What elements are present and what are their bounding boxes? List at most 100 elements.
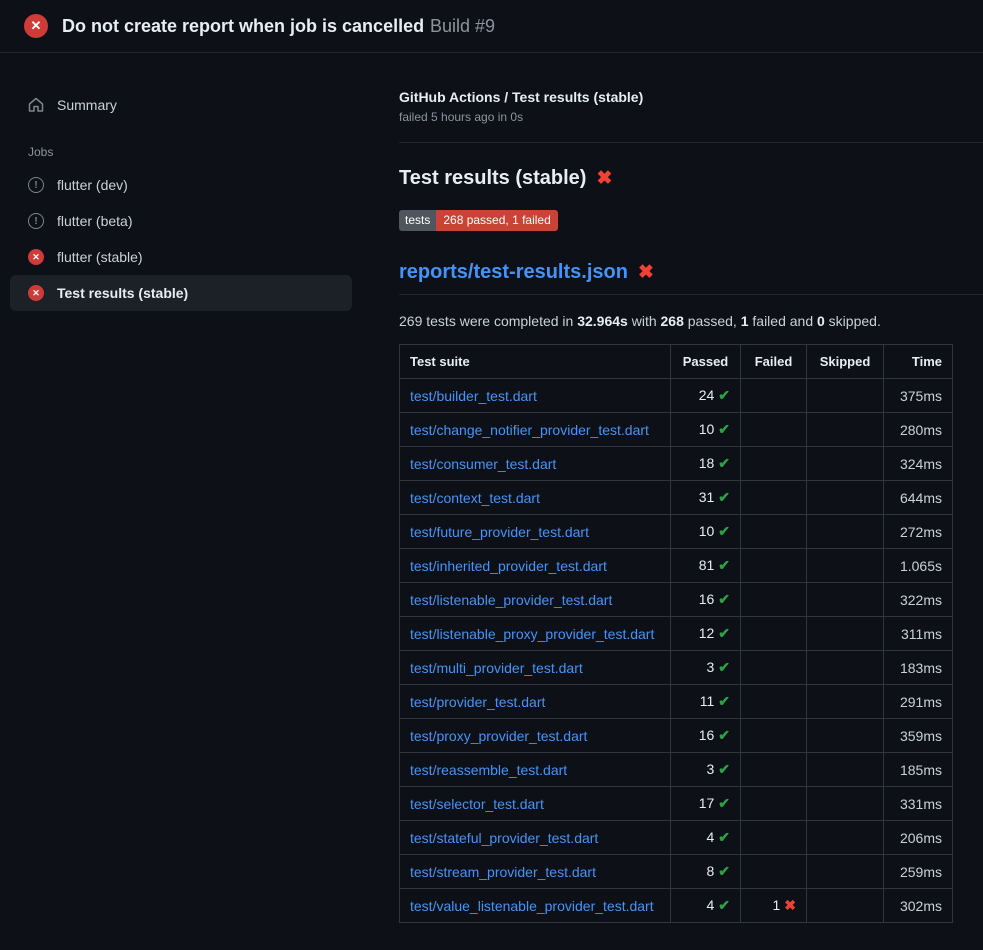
- time-cell: 259ms: [884, 855, 953, 889]
- failed-x-icon: ✖: [638, 263, 654, 282]
- sidebar-item-summary[interactable]: Summary: [10, 87, 352, 123]
- time-cell: 644ms: [884, 481, 953, 515]
- test-results-table: Test suite Passed Failed Skipped Time te…: [399, 344, 953, 923]
- test-suite-link[interactable]: test/stateful_provider_test.dart: [410, 830, 598, 846]
- table-row: test/change_notifier_provider_test.dart1…: [400, 413, 953, 447]
- count-value: 17: [699, 795, 715, 811]
- count-value: 3: [706, 761, 714, 777]
- section-heading: Test results (stable) ✖: [399, 167, 952, 190]
- time-cell: 375ms: [884, 379, 953, 413]
- table-row: test/listenable_provider_test.dart16✔322…: [400, 583, 953, 617]
- job-label: Test results (stable): [57, 285, 188, 301]
- table-row: test/builder_test.dart 24✔ 375ms: [400, 379, 953, 413]
- test-suite-link[interactable]: test/context_test.dart: [410, 490, 540, 506]
- check-icon: ✔: [718, 761, 730, 777]
- passed-cell: 10✔: [671, 515, 741, 549]
- time-cell: 324ms: [884, 447, 953, 481]
- check-icon: ✔: [718, 557, 730, 573]
- count-value: 12: [699, 625, 715, 641]
- check-icon: ✔: [718, 421, 730, 437]
- test-suite-link[interactable]: test/proxy_provider_test.dart: [410, 728, 587, 744]
- test-suite-link[interactable]: test/future_provider_test.dart: [410, 524, 589, 540]
- check-icon: ✔: [718, 523, 730, 539]
- test-suite-link[interactable]: test/multi_provider_test.dart: [410, 660, 583, 676]
- table-row: test/stateful_provider_test.dart 4✔ 206ms: [400, 821, 953, 855]
- home-icon: [28, 97, 44, 113]
- test-suite-link[interactable]: test/listenable_provider_test.dart: [410, 592, 612, 608]
- time-cell: 272ms: [884, 515, 953, 549]
- test-suite-link[interactable]: test/selector_test.dart: [410, 796, 544, 812]
- sidebar-summary-label: Summary: [57, 97, 117, 113]
- failed-cell: [741, 617, 807, 651]
- time-cell: 359ms: [884, 719, 953, 753]
- sidebar-item-flutter-beta[interactable]: ! flutter (beta): [10, 203, 352, 239]
- failed-cell: 1✖: [741, 889, 807, 923]
- count-value: 4: [706, 829, 714, 845]
- failed-status-icon: ✕: [24, 14, 48, 38]
- test-suite-cell: test/multi_provider_test.dart: [400, 651, 671, 685]
- check-icon: ✔: [718, 829, 730, 845]
- test-suite-cell: test/future_provider_test.dart: [400, 515, 671, 549]
- test-suite-cell: test/stream_provider_test.dart: [400, 855, 671, 889]
- job-label: flutter (beta): [57, 213, 132, 229]
- sidebar-item-test-results-stable[interactable]: ✕ Test results (stable): [10, 275, 352, 311]
- check-icon: ✔: [718, 693, 730, 709]
- table-row: test/future_provider_test.dart 10✔ 272ms: [400, 515, 953, 549]
- neutral-status-icon: !: [28, 177, 44, 193]
- job-label: flutter (stable): [57, 249, 143, 265]
- count-value: 24: [699, 387, 715, 403]
- failed-x-icon: ✖: [596, 169, 612, 188]
- failed-status-icon: ✕: [28, 285, 44, 301]
- time-cell: 280ms: [884, 413, 953, 447]
- count-value: 4: [706, 897, 714, 913]
- test-suite-cell: test/value_listenable_provider_test.dart: [400, 889, 671, 923]
- skipped-cell: [807, 821, 884, 855]
- test-suite-link[interactable]: test/listenable_proxy_provider_test.dart: [410, 626, 654, 642]
- neutral-status-icon: !: [28, 213, 44, 229]
- test-suite-link[interactable]: test/reassemble_test.dart: [410, 762, 567, 778]
- badge-value: 268 passed, 1 failed: [436, 210, 557, 231]
- test-suite-link[interactable]: test/value_listenable_provider_test.dart: [410, 898, 654, 914]
- skipped-cell: [807, 753, 884, 787]
- table-row: test/reassemble_test.dart3✔185ms: [400, 753, 953, 787]
- count-value: 11: [700, 693, 715, 709]
- sidebar-item-flutter-dev[interactable]: ! flutter (dev): [10, 167, 352, 203]
- test-suite-cell: test/change_notifier_provider_test.dart: [400, 413, 671, 447]
- page: ✕ Do not create report when job is cance…: [0, 0, 983, 950]
- report-heading: reports/test-results.json ✖: [399, 261, 983, 295]
- test-suite-link[interactable]: test/provider_test.dart: [410, 694, 545, 710]
- failed-cell: [741, 379, 807, 413]
- breadcrumb: GitHub Actions / Test results (stable): [399, 89, 952, 105]
- summary-text: passed,: [684, 313, 741, 329]
- jobs-section-label: Jobs: [10, 123, 352, 167]
- test-suite-link[interactable]: test/stream_provider_test.dart: [410, 864, 596, 880]
- report-link[interactable]: reports/test-results.json: [399, 261, 628, 284]
- failed-cell: [741, 481, 807, 515]
- count-value: 18: [699, 455, 715, 471]
- test-suite-cell: test/selector_test.dart: [400, 787, 671, 821]
- test-suite-cell: test/consumer_test.dart: [400, 447, 671, 481]
- test-suite-link[interactable]: test/change_notifier_provider_test.dart: [410, 422, 649, 438]
- passed-cell: 8✔: [671, 855, 741, 889]
- check-icon: ✔: [718, 625, 730, 641]
- passed-cell: 24✔: [671, 379, 741, 413]
- test-suite-cell: test/provider_test.dart: [400, 685, 671, 719]
- time-cell: 322ms: [884, 583, 953, 617]
- run-header: ✕ Do not create report when job is cance…: [0, 0, 983, 53]
- test-suite-link[interactable]: test/builder_test.dart: [410, 388, 537, 404]
- passed-cell: 16✔: [671, 719, 741, 753]
- sidebar-item-flutter-stable[interactable]: ✕ flutter (stable): [10, 239, 352, 275]
- table-row: test/selector_test.dart17✔331ms: [400, 787, 953, 821]
- summary-text: failed and: [749, 313, 818, 329]
- column-header-time: Time: [884, 345, 953, 379]
- time-cell: 206ms: [884, 821, 953, 855]
- test-suite-link[interactable]: test/inherited_provider_test.dart: [410, 558, 607, 574]
- check-icon: ✔: [718, 795, 730, 811]
- time-cell: 183ms: [884, 651, 953, 685]
- test-suite-link[interactable]: test/consumer_test.dart: [410, 456, 556, 472]
- passed-cell: 17✔: [671, 787, 741, 821]
- count-value: 31: [699, 489, 715, 505]
- test-suite-cell: test/listenable_proxy_provider_test.dart: [400, 617, 671, 651]
- time-cell: 311ms: [884, 617, 953, 651]
- summary-text: 269 tests were completed in: [399, 313, 577, 329]
